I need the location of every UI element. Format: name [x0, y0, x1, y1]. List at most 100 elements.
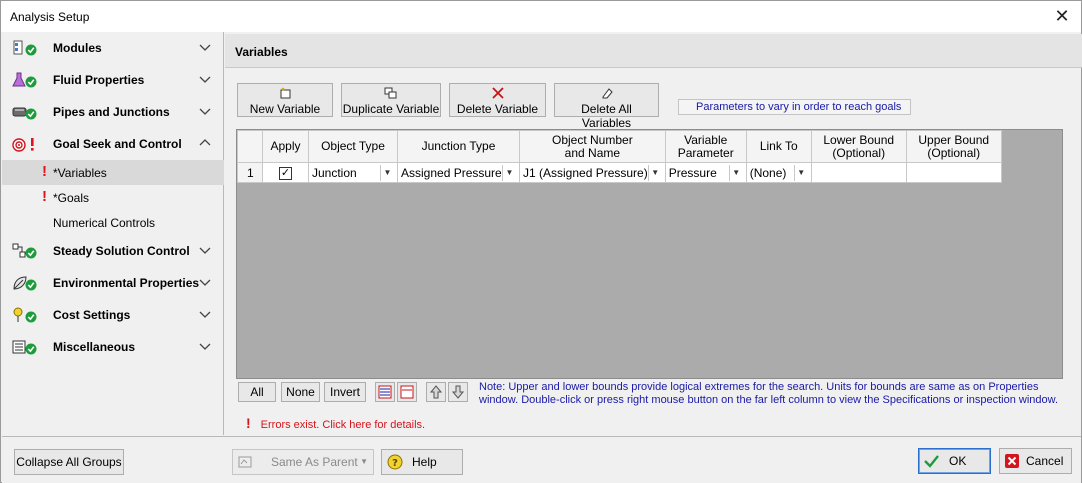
object-type-dropdown[interactable]: Junction ▼ — [312, 164, 394, 181]
upper-bound-header-line2: (Optional) — [927, 145, 981, 160]
nav-subitem-numerical-controls[interactable]: Numerical Controls — [2, 210, 224, 235]
flask-icon — [12, 72, 37, 88]
new-variable-button[interactable]: New Variable — [237, 83, 333, 117]
delete-icon — [450, 87, 545, 100]
link-to-header[interactable]: Link To — [745, 130, 812, 163]
move-down-button[interactable] — [448, 382, 468, 402]
eraser-icon — [555, 87, 658, 100]
select-none-button[interactable]: None — [281, 382, 320, 402]
delete-all-variables-button[interactable]: Delete All Variables — [554, 83, 659, 130]
help-label: Help — [412, 455, 437, 469]
object-type-cell[interactable]: Junction ▼ — [308, 162, 398, 183]
nav-group-goal-seek-and-control[interactable]: Goal Seek and Control — [2, 128, 224, 160]
nav-group-pipes-and-junctions[interactable]: Pipes and Junctions — [2, 96, 224, 128]
columns-view-icon — [400, 385, 414, 399]
row-number-cell[interactable]: 1 — [237, 162, 263, 183]
errors-link[interactable]: ! Errors exist. Click here for details. — [246, 415, 425, 431]
link-to-cell[interactable]: (None) ▼ — [745, 162, 812, 183]
hint-text: Parameters to vary in order to reach goa… — [678, 99, 911, 115]
delete-variable-label: Delete Variable — [456, 102, 539, 116]
coin-icon — [13, 307, 37, 323]
cancel-icon — [1005, 454, 1019, 468]
variable-parameter-value: Pressure — [668, 165, 717, 180]
nav-subitem-label: *Goals — [53, 191, 90, 205]
nav-group-label: Steady Solution Control — [53, 244, 190, 258]
select-all-button[interactable]: All — [238, 382, 276, 402]
nav-group-label: Pipes and Junctions — [53, 105, 170, 119]
lower-bound-cell[interactable] — [810, 162, 907, 183]
chevron-down-icon — [199, 343, 211, 350]
upper-bound-cell[interactable] — [905, 162, 1002, 183]
ok-label: OK — [949, 454, 967, 468]
invert-selection-button[interactable]: Invert — [324, 382, 366, 402]
note-text: Note: Upper and lower bounds provide log… — [479, 381, 1059, 406]
upper-bound-header[interactable]: Upper Bound (Optional) — [905, 130, 1002, 163]
upper-bound-header-line1: Upper Bound — [918, 132, 990, 147]
analysis-setup-window: Analysis Setup ✕ Modules Fluid Propertie… — [0, 0, 1082, 483]
delete-variable-button[interactable]: Delete Variable — [449, 83, 546, 117]
object-number-header-line1: Object Number — [552, 132, 633, 147]
same-as-parent-icon — [238, 456, 252, 468]
duplicate-variable-button[interactable]: Duplicate Variable — [341, 83, 441, 117]
nav-group-cost-settings[interactable]: Cost Settings — [2, 299, 224, 331]
junction-type-dropdown[interactable]: Assigned Pressure ▼ — [401, 164, 516, 181]
object-number-cell[interactable]: J1 (Assigned Pressure) ▼ — [519, 162, 666, 183]
view-rows-button[interactable] — [375, 382, 395, 402]
junction-type-value: Assigned Pressure — [401, 165, 502, 180]
cancel-label: Cancel — [1026, 454, 1064, 468]
cancel-button[interactable]: Cancel — [999, 448, 1072, 474]
dropdown-arrow-icon[interactable]: ▼ — [380, 164, 394, 181]
object-number-dropdown[interactable]: J1 (Assigned Pressure) ▼ — [523, 164, 662, 181]
nav-subitem-goals[interactable]: ! *Goals — [2, 185, 224, 210]
collapse-all-groups-button[interactable]: Collapse All Groups — [14, 449, 124, 475]
nav-group-fluid-properties[interactable]: Fluid Properties — [2, 64, 224, 96]
nav-group-environmental-properties[interactable]: Environmental Properties — [2, 267, 224, 299]
chevron-down-icon — [199, 311, 211, 318]
delete-all-variables-label: Delete All Variables — [581, 102, 632, 130]
arrow-down-icon — [451, 385, 465, 399]
variable-parameter-dropdown[interactable]: Pressure ▼ — [668, 164, 743, 181]
variables-grid[interactable]: Apply Object Type Junction Type Object N… — [236, 129, 1063, 379]
lower-bound-header-line1: Lower Bound — [823, 132, 895, 147]
nav-group-modules[interactable]: Modules — [2, 32, 224, 64]
nav-group-label: Goal Seek and Control — [53, 137, 182, 151]
dropdown-arrow-icon[interactable]: ▼ — [728, 164, 743, 181]
variables-table: Apply Object Type Junction Type Object N… — [237, 130, 1002, 183]
close-icon[interactable]: ✕ — [1052, 6, 1072, 26]
new-variable-icon — [238, 87, 332, 100]
nav-group-steady-solution-control[interactable]: Steady Solution Control — [2, 235, 224, 267]
link-to-value: (None) — [749, 165, 787, 180]
link-to-dropdown[interactable]: (None) ▼ — [749, 164, 808, 181]
object-number-header[interactable]: Object Number and Name — [519, 130, 666, 163]
apply-cell[interactable]: ✓ — [262, 162, 309, 183]
variable-parameter-header[interactable]: Variable Parameter — [664, 130, 747, 163]
lower-bound-header[interactable]: Lower Bound (Optional) — [810, 130, 907, 163]
arrow-up-icon — [429, 385, 443, 399]
junction-type-cell[interactable]: Assigned Pressure ▼ — [397, 162, 520, 183]
variable-parameter-cell[interactable]: Pressure ▼ — [664, 162, 747, 183]
panel-header: Variables — [225, 34, 1082, 68]
dropdown-arrow-icon[interactable]: ▼ — [647, 164, 662, 181]
lower-bound-header-line2: (Optional) — [832, 145, 886, 160]
apply-header[interactable]: Apply — [262, 130, 309, 163]
table-row[interactable]: 1 ✓ Junction ▼ Assigned Pressure ▼ J1 (A… — [237, 162, 1002, 183]
view-columns-button[interactable] — [397, 382, 417, 402]
nav-group-label: Miscellaneous — [53, 340, 136, 354]
object-number-value: J1 (Assigned Pressure) — [523, 165, 648, 180]
checkmark-icon — [924, 455, 939, 468]
move-up-button[interactable] — [426, 382, 446, 402]
dropdown-arrow-icon[interactable]: ▼ — [502, 164, 516, 181]
same-as-parent-dropdown[interactable]: Same As Parent ▼ — [232, 449, 374, 475]
nav-group-label: Environmental Properties — [53, 276, 200, 290]
help-button[interactable]: ? Help — [381, 449, 463, 475]
object-type-header[interactable]: Object Type — [308, 130, 398, 163]
dropdown-arrow-icon[interactable]: ▼ — [793, 164, 808, 181]
nav-group-miscellaneous[interactable]: Miscellaneous — [2, 331, 224, 363]
error-icon: ! — [42, 188, 47, 205]
apply-checkbox[interactable]: ✓ — [279, 167, 292, 180]
junction-type-header[interactable]: Junction Type — [397, 130, 520, 163]
help-icon: ? — [387, 454, 403, 470]
ok-button[interactable]: OK — [918, 448, 991, 474]
nav-subitem-variables[interactable]: ! *Variables — [2, 160, 224, 185]
errors-text: Errors exist. Click here for details. — [260, 419, 426, 431]
